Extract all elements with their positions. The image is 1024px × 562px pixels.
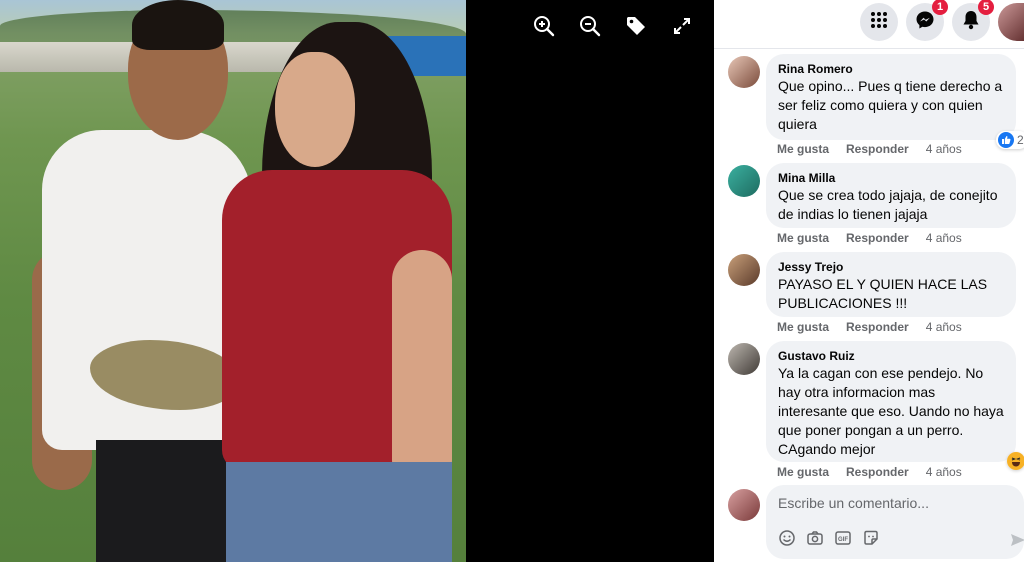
top-bar: 1 5 (714, 0, 1024, 44)
zoom-out-icon[interactable] (578, 14, 602, 38)
comment-author[interactable]: Rina Romero (778, 61, 1004, 77)
comment-author[interactable]: Jessy Trejo (778, 259, 1004, 275)
comment-bubble: Gustavo Ruiz Ya la cagan con ese pendejo… (766, 341, 1016, 462)
comments-panel: 1 5 Rina Romero Que opino... Pues q tien… (714, 0, 1024, 562)
composer-icons: GIF (778, 529, 880, 547)
svg-text:GIF: GIF (838, 537, 848, 543)
comment-time[interactable]: 4 años (926, 231, 962, 245)
reply-link[interactable]: Responder (846, 320, 909, 334)
comment-text: Que opino... Pues q tiene derecho a ser … (778, 78, 1003, 132)
messenger-button[interactable]: 1 (906, 0, 948, 41)
reply-link[interactable]: Responder (846, 142, 909, 156)
avatar[interactable] (728, 165, 760, 197)
fullscreen-icon[interactable] (670, 14, 694, 38)
avatar[interactable] (728, 56, 760, 88)
like-link[interactable]: Me gusta (777, 320, 829, 334)
comment-actions: Me gusta Responder 4 años (777, 231, 962, 245)
photo[interactable] (0, 0, 466, 562)
account-avatar[interactable] (998, 3, 1024, 41)
messenger-icon (915, 10, 935, 35)
like-link[interactable]: Me gusta (777, 231, 829, 245)
tag-icon[interactable] (624, 14, 648, 38)
like-link[interactable]: Me gusta (777, 142, 829, 156)
comment-author[interactable]: Mina Milla (778, 170, 1004, 186)
avatar (728, 489, 760, 521)
comment-actions: Me gusta Responder 4 años (777, 320, 962, 334)
gif-icon[interactable]: GIF (834, 529, 852, 547)
comment-text: PAYASO EL Y QUIEN HACE LAS PUBLICACIONES… (778, 276, 988, 311)
notifications-button[interactable]: 5 (952, 0, 994, 41)
reaction-summary[interactable] (1007, 452, 1024, 470)
comment-bubble: Rina Romero Que opino... Pues q tiene de… (766, 54, 1016, 140)
avatar[interactable] (728, 254, 760, 286)
camera-icon[interactable] (806, 529, 824, 547)
emoji-icon[interactable] (778, 529, 796, 547)
comment-bubble: Jessy Trejo PAYASO EL Y QUIEN HACE LAS P… (766, 252, 1016, 317)
divider (714, 48, 1024, 49)
comment-time[interactable]: 4 años (926, 465, 962, 479)
messenger-badge: 1 (932, 0, 948, 15)
comment-text: Ya la cagan con ese pendejo. No hay otra… (778, 365, 1004, 457)
avatar[interactable] (728, 343, 760, 375)
photo-viewer (0, 0, 714, 562)
reply-link[interactable]: Responder (846, 465, 909, 479)
comment-input[interactable] (778, 495, 1008, 511)
haha-icon (1007, 452, 1024, 470)
reaction-count: 2 (1017, 133, 1024, 147)
comment-box[interactable]: GIF (766, 485, 1024, 559)
comment-text: Que se crea todo jajaja, de conejito de … (778, 187, 998, 222)
comment-actions: Me gusta Responder 4 años (777, 142, 962, 156)
reply-link[interactable]: Responder (846, 231, 909, 245)
grid-menu-icon (870, 11, 888, 34)
reaction-summary[interactable]: 2 (996, 131, 1024, 149)
send-icon[interactable] (1010, 532, 1024, 548)
bell-icon (962, 10, 980, 35)
like-icon (998, 132, 1014, 148)
zoom-in-icon[interactable] (532, 14, 556, 38)
comment-time[interactable]: 4 años (926, 142, 962, 156)
sticker-icon[interactable] (862, 529, 880, 547)
comment-bubble: Mina Milla Que se crea todo jajaja, de c… (766, 163, 1016, 228)
photo-viewer-page: 1 5 Rina Romero Que opino... Pues q tien… (0, 0, 1024, 562)
comment-actions: Me gusta Responder 4 años (777, 465, 962, 479)
comment-time[interactable]: 4 años (926, 320, 962, 334)
comment-author[interactable]: Gustavo Ruiz (778, 348, 1004, 364)
notifications-badge: 5 (978, 0, 994, 15)
menu-button[interactable] (860, 3, 898, 41)
viewer-toolbar (532, 14, 694, 38)
like-link[interactable]: Me gusta (777, 465, 829, 479)
